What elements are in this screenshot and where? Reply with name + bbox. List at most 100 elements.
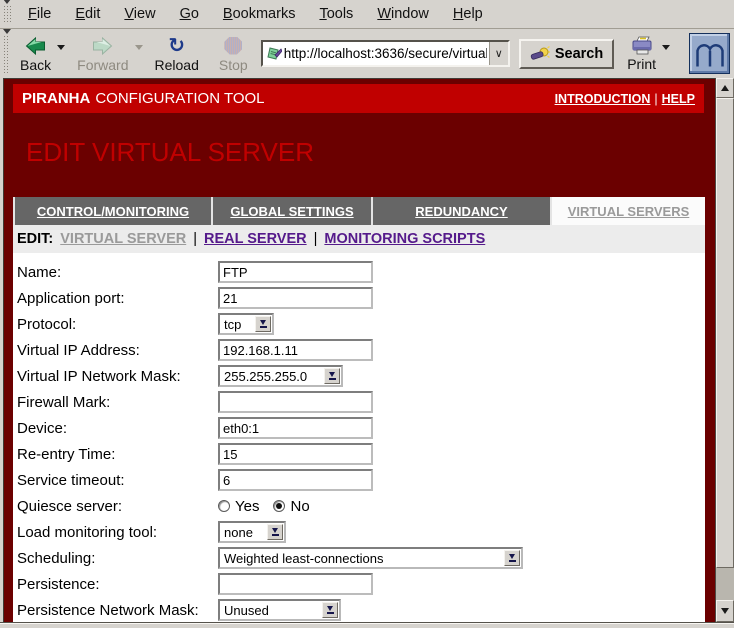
- field-label: Persistence:: [13, 576, 218, 593]
- piranha-page: PIRANHA CONFIGURATION TOOL INTRODUCTION …: [3, 78, 715, 622]
- stop-label: Stop: [219, 57, 248, 73]
- field-label: Device:: [13, 420, 218, 437]
- menu-tools[interactable]: Tools: [307, 6, 365, 22]
- persistence-input[interactable]: [218, 573, 373, 595]
- back-dropdown-arrow-icon[interactable]: [57, 45, 65, 50]
- tab-bar: CONTROL/MONITORING GLOBAL SETTINGS REDUN…: [13, 197, 705, 225]
- print-label: Print: [627, 56, 656, 72]
- real-server-link[interactable]: REAL SERVER: [204, 231, 307, 247]
- field-label: Scheduling:: [13, 550, 218, 567]
- form-row-vip-netmask: Virtual IP Network Mask: 255.255.255.0: [13, 363, 705, 389]
- scrollbar-up-button[interactable]: [716, 78, 734, 98]
- search-label: Search: [555, 46, 603, 62]
- menubar-grip-handle[interactable]: [3, 5, 11, 23]
- scroll-up-icon: [721, 85, 729, 91]
- menu-view[interactable]: View: [112, 6, 167, 22]
- url-history-dropdown-button[interactable]: ∨: [489, 42, 508, 65]
- virtual-server-form: Name: Application port: Protocol: tcp Vi…: [13, 253, 705, 622]
- tab-redundancy[interactable]: REDUNDANCY: [373, 197, 550, 225]
- dropdown-arrow-icon: [504, 550, 520, 566]
- window-bottom-border: [0, 622, 734, 628]
- print-button[interactable]: Print: [627, 35, 656, 72]
- introduction-link[interactable]: INTRODUCTION: [555, 92, 651, 106]
- forward-icon: [91, 34, 114, 57]
- dropdown-arrow-icon: [267, 524, 283, 540]
- subnav-separator: |: [314, 231, 318, 247]
- firewall-mark-input[interactable]: [218, 391, 373, 413]
- application-port-input[interactable]: [218, 287, 373, 309]
- stop-button[interactable]: Stop: [214, 33, 253, 74]
- menu-edit[interactable]: Edit: [63, 6, 112, 22]
- forward-label: Forward: [77, 57, 128, 73]
- piranha-header-bar: PIRANHA CONFIGURATION TOOL INTRODUCTION …: [13, 84, 704, 113]
- print-icon: [629, 35, 655, 56]
- persistence-netmask-select[interactable]: Unused: [218, 599, 341, 621]
- scroll-down-icon: [721, 608, 729, 614]
- quiesce-no-radio[interactable]: [273, 500, 285, 512]
- url-input[interactable]: [282, 42, 489, 65]
- search-button[interactable]: Search: [519, 39, 614, 69]
- tab-virtual-servers[interactable]: VIRTUAL SERVERS: [552, 197, 705, 225]
- forward-button[interactable]: Forward: [72, 33, 133, 74]
- vip-netmask-select[interactable]: 255.255.255.0: [218, 365, 343, 387]
- toolbar-grip-handle[interactable]: [3, 35, 10, 73]
- field-label: Virtual IP Address:: [13, 342, 218, 359]
- menu-bookmarks[interactable]: Bookmarks: [211, 6, 308, 22]
- dropdown-arrow-icon: [255, 316, 271, 332]
- menu-file[interactable]: File: [16, 6, 63, 22]
- field-label: Re-entry Time:: [13, 446, 218, 463]
- tab-global-settings[interactable]: GLOBAL SETTINGS: [213, 197, 371, 225]
- tab-control-monitoring[interactable]: CONTROL/MONITORING: [15, 197, 211, 225]
- form-row-scheduling: Scheduling: Weighted least-connections: [13, 545, 705, 571]
- page-title: EDIT VIRTUAL SERVER: [26, 138, 715, 166]
- name-input[interactable]: [218, 261, 373, 283]
- stop-icon: [224, 34, 242, 57]
- device-input[interactable]: [218, 417, 373, 439]
- brand-subtitle: CONFIGURATION TOOL: [95, 90, 264, 107]
- reload-button[interactable]: ↻ Reload: [150, 33, 204, 74]
- mozilla-logo[interactable]: [689, 33, 730, 74]
- menu-help[interactable]: Help: [441, 6, 495, 22]
- quiesce-yes-radio[interactable]: [218, 500, 230, 512]
- scrollbar-down-button[interactable]: [716, 600, 734, 622]
- quiesce-yes-label: Yes: [235, 498, 259, 515]
- form-row-device: Device:: [13, 415, 705, 441]
- header-link-separator: |: [654, 92, 657, 106]
- form-row-service-timeout: Service timeout:: [13, 467, 705, 493]
- form-row-application-port: Application port:: [13, 285, 705, 311]
- load-monitoring-select[interactable]: none: [218, 521, 286, 543]
- virtual-ip-input[interactable]: [218, 339, 373, 361]
- service-timeout-input[interactable]: [218, 469, 373, 491]
- help-link[interactable]: HELP: [662, 92, 695, 106]
- menu-bar: File Edit View Go Bookmarks Tools Window…: [0, 0, 734, 29]
- scrollbar-track[interactable]: [716, 568, 734, 600]
- form-row-virtual-ip: Virtual IP Address:: [13, 337, 705, 363]
- header-links: INTRODUCTION | HELP: [555, 92, 695, 106]
- reload-label: Reload: [155, 57, 199, 73]
- browser-content-area: PIRANHA CONFIGURATION TOOL INTRODUCTION …: [0, 78, 734, 622]
- form-row-persistence: Persistence:: [13, 571, 705, 597]
- reentry-time-input[interactable]: [218, 443, 373, 465]
- scheduling-select[interactable]: Weighted least-connections: [218, 547, 523, 569]
- monitoring-scripts-link[interactable]: MONITORING SCRIPTS: [324, 231, 485, 247]
- bookmark-page-icon: [266, 46, 282, 62]
- subnav-separator: |: [193, 231, 197, 247]
- subnav-prefix: EDIT:: [17, 231, 53, 247]
- scrollbar-thumb[interactable]: [716, 98, 734, 568]
- dropdown-arrow-icon: [324, 368, 340, 384]
- form-row-name: Name:: [13, 259, 705, 285]
- print-dropdown-arrow-icon[interactable]: [662, 45, 670, 50]
- form-row-persistence-netmask: Persistence Network Mask: Unused: [13, 597, 705, 622]
- form-row-load-monitoring: Load monitoring tool: none: [13, 519, 705, 545]
- field-label: Load monitoring tool:: [13, 524, 218, 541]
- search-icon: [530, 45, 550, 63]
- protocol-select[interactable]: tcp: [218, 313, 274, 335]
- field-label: Service timeout:: [13, 472, 218, 489]
- field-label: Name:: [13, 264, 218, 281]
- forward-dropdown-arrow-icon[interactable]: [135, 45, 143, 50]
- back-button[interactable]: Back: [15, 33, 56, 74]
- quiesce-no-label: No: [290, 498, 309, 515]
- menu-window[interactable]: Window: [365, 6, 441, 22]
- form-row-quiesce-server: Quiesce server: Yes No: [13, 493, 705, 519]
- menu-go[interactable]: Go: [168, 6, 211, 22]
